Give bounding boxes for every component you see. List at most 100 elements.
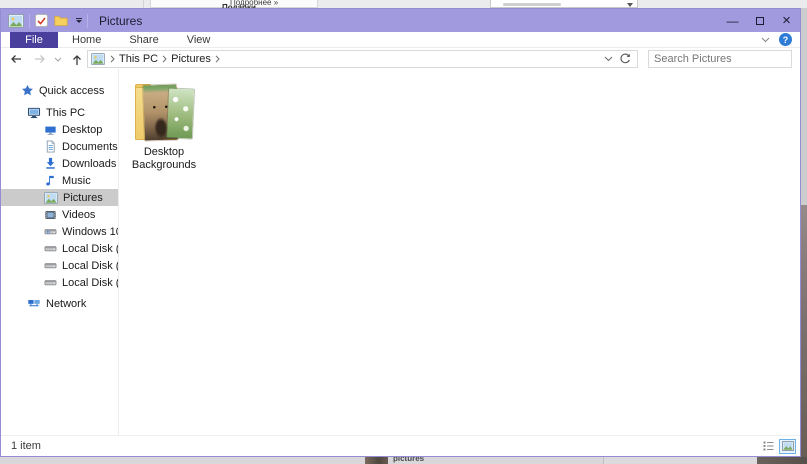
sidebar-item-documents[interactable]: Documents bbox=[1, 138, 118, 155]
ribbon-tab-bar: File Home Share View ? bbox=[1, 31, 800, 48]
screen: Подробнее » Подарки pictures Pictures — … bbox=[0, 0, 807, 464]
hard-drive-icon bbox=[44, 246, 57, 252]
address-bar[interactable]: This PC Pictures bbox=[87, 50, 638, 68]
details-view-icon bbox=[763, 441, 774, 451]
hard-drive-icon bbox=[44, 229, 57, 235]
hard-drive-icon bbox=[44, 280, 57, 286]
title-bar[interactable]: Pictures — × bbox=[1, 9, 800, 32]
computer-icon bbox=[27, 107, 41, 119]
minimize-button[interactable]: — bbox=[719, 9, 746, 32]
tab-home[interactable]: Home bbox=[58, 34, 115, 46]
divider bbox=[143, 0, 144, 8]
tab-share[interactable]: Share bbox=[115, 34, 172, 46]
ribbon-collapse-icon[interactable] bbox=[761, 37, 770, 43]
tab-view[interactable]: View bbox=[173, 34, 225, 46]
background-app-top-strip: Подробнее » Подарки bbox=[0, 0, 807, 8]
chevron-down-icon bbox=[76, 20, 82, 23]
maximize-icon bbox=[755, 16, 764, 25]
sidebar-item-network[interactable]: Network bbox=[1, 295, 118, 312]
pictures-folder-icon bbox=[91, 53, 105, 65]
flowers-photo-preview bbox=[166, 88, 195, 139]
sidebar-item-quick-access[interactable]: Quick access bbox=[1, 82, 118, 99]
divider bbox=[87, 13, 88, 28]
sidebar-item-local-disk-e[interactable]: Local Disk (E:) bbox=[1, 257, 118, 274]
back-button[interactable] bbox=[9, 53, 23, 65]
picture-icon bbox=[44, 191, 58, 204]
background-file-label: pictures bbox=[393, 457, 425, 463]
explorer-window-icon bbox=[8, 13, 24, 28]
large-icons-view-icon bbox=[781, 441, 794, 451]
breadcrumb-separator-icon bbox=[162, 55, 167, 63]
arrow-left-icon bbox=[11, 55, 21, 63]
qat-new-folder-button[interactable] bbox=[54, 15, 68, 27]
search-input[interactable] bbox=[649, 53, 801, 65]
sidebar-item-this-pc[interactable]: This PC bbox=[1, 104, 118, 121]
chevron-down-icon bbox=[627, 3, 633, 7]
chevron-down-icon bbox=[54, 57, 62, 62]
sidebar-item-local-disk-d[interactable]: Local Disk (D:) bbox=[1, 240, 118, 257]
maximize-button[interactable] bbox=[746, 9, 773, 32]
item-count: 1 item bbox=[11, 440, 41, 452]
refresh-icon[interactable] bbox=[619, 53, 631, 65]
recent-locations-dropdown[interactable] bbox=[54, 57, 62, 62]
sidebar-item-music[interactable]: Music bbox=[1, 172, 118, 189]
forward-button[interactable] bbox=[33, 53, 47, 65]
breadcrumb-separator-icon bbox=[215, 55, 220, 63]
search-box bbox=[648, 50, 801, 68]
qat-customize-dropdown[interactable] bbox=[76, 18, 82, 23]
sidebar-item-local-disk-f[interactable]: Local Disk (F:) bbox=[1, 274, 118, 291]
status-bar: 1 item bbox=[1, 435, 800, 456]
folder-name: Desktop Backgrounds bbox=[131, 146, 197, 171]
background-photo bbox=[757, 457, 807, 464]
arrow-up-icon bbox=[73, 54, 81, 65]
window-controls: — × bbox=[719, 9, 800, 32]
checkbox-check-icon bbox=[35, 14, 48, 27]
background-app-bottom-strip: pictures bbox=[0, 457, 807, 464]
close-button[interactable]: × bbox=[773, 9, 800, 32]
explorer-window: Pictures — × File Home Share View ? This… bbox=[0, 8, 801, 457]
large-icons-view-button[interactable] bbox=[779, 438, 796, 454]
up-button[interactable] bbox=[71, 53, 83, 66]
minimize-icon: — bbox=[726, 13, 739, 28]
overline bbox=[76, 18, 82, 19]
download-arrow-icon bbox=[46, 157, 55, 169]
window-title: Pictures bbox=[99, 13, 143, 28]
folder-icon bbox=[54, 15, 68, 26]
sidebar-item-windows-c-drive[interactable]: Windows 10 (C:) bbox=[1, 223, 118, 240]
tab-file[interactable]: File bbox=[10, 31, 58, 48]
sidebar-item-pictures[interactable]: Pictures bbox=[1, 189, 118, 206]
video-icon bbox=[45, 210, 56, 219]
background-panel bbox=[604, 457, 757, 464]
navigation-pane: Quick access This PC Desktop Documents D… bbox=[1, 69, 119, 437]
divider bbox=[29, 13, 30, 28]
breadcrumb-separator-icon bbox=[110, 55, 115, 63]
navigation-bar: This PC Pictures bbox=[1, 49, 801, 69]
music-note-icon bbox=[46, 175, 54, 186]
hard-drive-icon bbox=[44, 263, 57, 269]
arrow-right-icon bbox=[35, 55, 45, 63]
help-icon: ? bbox=[782, 34, 789, 45]
folder-desktop-backgrounds[interactable]: Desktop Backgrounds bbox=[129, 81, 199, 172]
sidebar-item-downloads[interactable]: Downloads bbox=[1, 155, 118, 172]
blurred-text bbox=[503, 3, 561, 6]
breadcrumb-this-pc[interactable]: This PC bbox=[119, 53, 158, 65]
network-icon bbox=[28, 299, 40, 307]
background-dropdown bbox=[490, 0, 638, 8]
qat-checkbox-button[interactable] bbox=[35, 14, 48, 27]
details-view-button[interactable] bbox=[760, 439, 777, 454]
quick-access-toolbar bbox=[35, 14, 82, 27]
background-thumbnail bbox=[365, 457, 388, 464]
folder-thumbnail bbox=[132, 81, 196, 143]
sidebar-item-videos[interactable]: Videos bbox=[1, 206, 118, 223]
address-history-chevron-icon[interactable] bbox=[604, 56, 613, 62]
document-icon bbox=[46, 140, 55, 153]
close-icon: × bbox=[782, 12, 791, 29]
window-body: Quick access This PC Desktop Documents D… bbox=[1, 69, 800, 437]
sidebar-item-desktop[interactable]: Desktop bbox=[1, 121, 118, 138]
breadcrumb-pictures[interactable]: Pictures bbox=[171, 53, 211, 65]
star-icon bbox=[22, 84, 33, 96]
view-switcher bbox=[760, 438, 796, 454]
background-photo bbox=[801, 205, 807, 457]
file-list-area[interactable]: Desktop Backgrounds bbox=[119, 69, 800, 437]
help-button[interactable]: ? bbox=[779, 33, 792, 46]
